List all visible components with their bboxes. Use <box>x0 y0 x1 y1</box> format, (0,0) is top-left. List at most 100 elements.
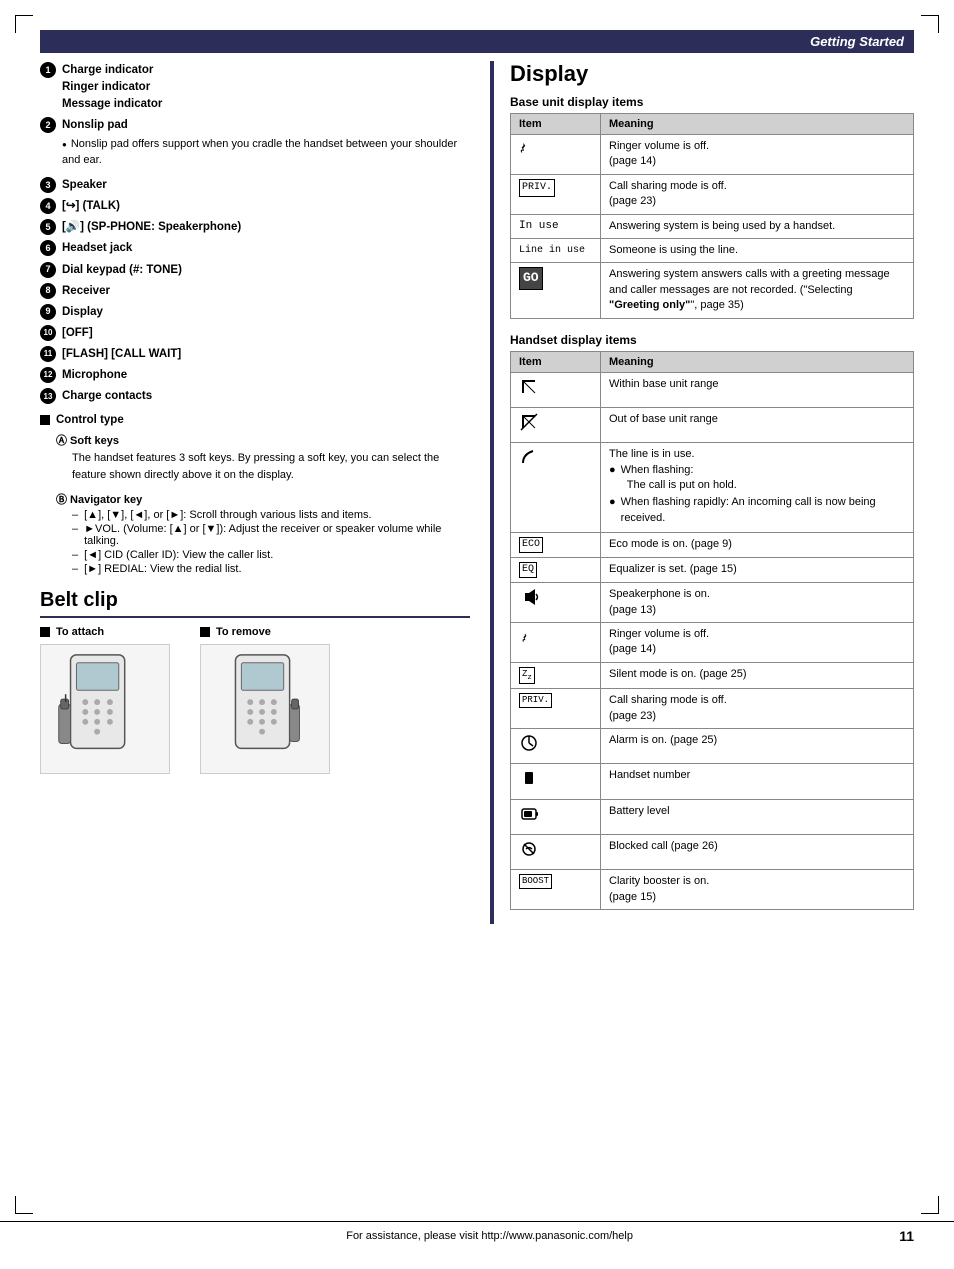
item-cell: Line in use <box>511 238 601 262</box>
numbered-list: 1 Charge indicatorRinger indicatorMessag… <box>40 61 470 404</box>
meaning-cell: Alarm is on. (page 25) <box>601 728 914 763</box>
navigator-label: Ⓑ Navigator key <box>56 491 470 507</box>
meaning-cell: Ringer volume is off.(page 14) <box>601 135 914 175</box>
meaning-cell: Someone is using the line. <box>601 238 914 262</box>
item-cell <box>511 443 601 533</box>
table-row: Alarm is on. (page 25) <box>511 728 914 763</box>
table-row: GO Answering system answers calls with a… <box>511 263 914 318</box>
belt-clip-section: Belt clip To attach <box>40 589 470 774</box>
item-content: Charge contacts <box>62 387 152 404</box>
table-row: EQ Equalizer is set. (page 15) <box>511 558 914 583</box>
corner-mark-bl <box>15 1196 33 1214</box>
list-item: 7 Dial keypad (#: TONE) <box>40 261 470 278</box>
item-cell <box>511 764 601 799</box>
item-number: 3 <box>40 177 56 193</box>
item-cell: BOOST <box>511 870 601 910</box>
soft-keys-label: Ⓐ Soft keys <box>56 432 470 448</box>
header-band: Getting Started <box>40 30 914 53</box>
table-row: Zz Silent mode is on. (page 25) <box>511 662 914 688</box>
item-cell: 𝄽 <box>511 623 601 663</box>
item-label: [🔊] (SP-PHONE: Speakerphone) <box>62 221 241 233</box>
display-section-title: Display <box>510 61 914 87</box>
list-item: 12 Microphone <box>40 366 470 383</box>
item-cell: In use <box>511 214 601 238</box>
list-item: 10 [OFF] <box>40 324 470 341</box>
table-row: ECO Eco mode is on. (page 9) <box>511 533 914 558</box>
item-label-microphone: Microphone <box>62 369 127 381</box>
item-label: Dial keypad (#: TONE) <box>62 264 182 276</box>
item-number: 8 <box>40 283 56 299</box>
meaning-cell: Speakerphone is on.(page 13) <box>601 583 914 623</box>
main-content: 1 Charge indicatorRinger indicatorMessag… <box>40 61 914 924</box>
table-row: PRIV. Call sharing mode is off.(page 23) <box>511 689 914 729</box>
table-row: Line in use Someone is using the line. <box>511 238 914 262</box>
meaning-cell: The line is in use. ●When flashing: The … <box>601 443 914 533</box>
item-cell: EQ <box>511 558 601 583</box>
item-label: Receiver <box>62 285 110 297</box>
page: Getting Started 1 Charge indicatorRinger… <box>0 0 954 1269</box>
table-row: Within base unit range <box>511 372 914 407</box>
list-item: 1 Charge indicatorRinger indicatorMessag… <box>40 61 470 112</box>
control-section: Control type Ⓐ Soft keys The handset fea… <box>40 414 470 575</box>
meaning-cell: Silent mode is on. (page 25) <box>601 662 914 688</box>
list-item: 3 Speaker <box>40 176 470 193</box>
item-cell: GO <box>511 263 601 318</box>
bullet-flashing-rapid: ●When flashing rapidly: An incoming call… <box>609 495 905 526</box>
nav-item-4: [►] REDIAL: View the redial list. <box>72 563 470 575</box>
corner-mark-tr <box>921 15 939 33</box>
meaning-cell: Eco mode is on. (page 9) <box>601 533 914 558</box>
meaning-cell: Battery level <box>601 799 914 834</box>
table-row: Out of base unit range <box>511 407 914 442</box>
item-number: 6 <box>40 240 56 256</box>
item-content: Receiver <box>62 282 110 299</box>
item-number: 1 <box>40 62 56 78</box>
item-content: [FLASH] [CALL WAIT] <box>62 345 181 362</box>
svg-text:𝄽: 𝄽 <box>521 632 527 647</box>
meaning-cell: Clarity booster is on.(page 15) <box>601 870 914 910</box>
item-number: 2 <box>40 117 56 133</box>
table-row: 𝄽 Ringer volume is off.(page 14) <box>511 623 914 663</box>
sub-bullet: Nonslip pad offers support when you crad… <box>62 137 470 168</box>
meaning-cell: Handset number <box>601 764 914 799</box>
table-row: PRIV. Call sharing mode is off.(page 23) <box>511 174 914 214</box>
item-cell: Zz <box>511 662 601 688</box>
item-content: Microphone <box>62 366 127 383</box>
meaning-cell: Ringer volume is off.(page 14) <box>601 623 914 663</box>
remove-image <box>200 644 330 774</box>
item-label: [FLASH] [CALL WAIT] <box>62 348 181 360</box>
attach-label: To attach <box>40 626 104 638</box>
item-content: Charge indicatorRinger indicatorMessage … <box>62 61 162 112</box>
list-item: 6 Headset jack <box>40 239 470 256</box>
item-number: 13 <box>40 388 56 404</box>
remove-col: To remove <box>200 626 330 774</box>
item-content: Headset jack <box>62 239 132 256</box>
table-row: 𝄽 Ringer volume is off.(page 14) <box>511 135 914 175</box>
control-type-content: Ⓐ Soft keys The handset features 3 soft … <box>56 432 470 575</box>
item-cell: ECO <box>511 533 601 558</box>
item-number: 12 <box>40 367 56 383</box>
square-icon <box>40 627 50 637</box>
corner-mark-tl <box>15 15 33 33</box>
item-cell <box>511 372 601 407</box>
col-header-item: Item <box>511 351 601 372</box>
handset-label: Handset display items <box>510 333 914 347</box>
item-number: 7 <box>40 262 56 278</box>
item-cell <box>511 835 601 870</box>
item-cell: PRIV. <box>511 174 601 214</box>
item-content: Dial keypad (#: TONE) <box>62 261 182 278</box>
item-label: Charge contacts <box>62 390 152 402</box>
page-number: 11 <box>899 1228 914 1244</box>
control-type-header: Control type <box>40 414 470 426</box>
item-cell <box>511 728 601 763</box>
meaning-cell: Equalizer is set. (page 15) <box>601 558 914 583</box>
base-unit-table: Item Meaning 𝄽 Ringer volume is off.(pag… <box>510 113 914 319</box>
square-bullet-icon <box>40 415 50 425</box>
item-cell: PRIV. <box>511 689 601 729</box>
table-row: Blocked call (page 26) <box>511 835 914 870</box>
meaning-cell: Answering system answers calls with a gr… <box>601 263 914 318</box>
handset-table: Item Meaning Within base unit range <box>510 351 914 911</box>
meaning-cell: Call sharing mode is off.(page 23) <box>601 689 914 729</box>
footer-center: For assistance, please visit http://www.… <box>80 1230 899 1242</box>
list-item: 13 Charge contacts <box>40 387 470 404</box>
corner-mark-br <box>921 1196 939 1214</box>
